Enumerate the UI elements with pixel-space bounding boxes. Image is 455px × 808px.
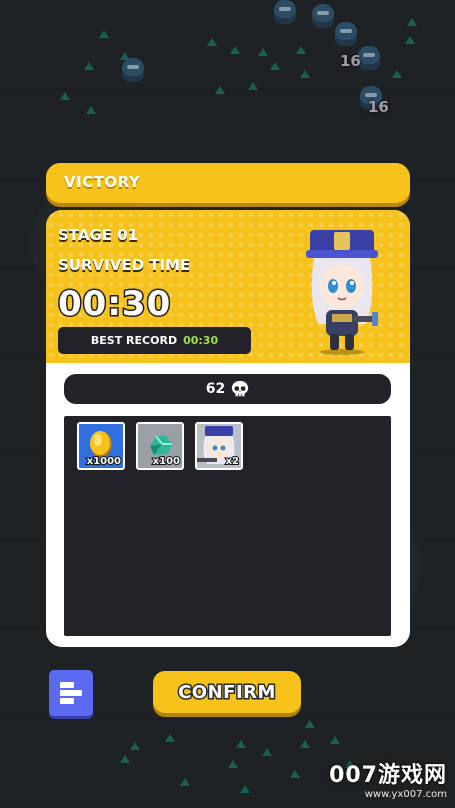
- best-record-value: 00:30: [183, 334, 219, 347]
- reward-gold-coin[interactable]: x1000: [77, 422, 125, 470]
- reward-green-gem[interactable]: x100: [136, 422, 184, 470]
- hero-character-icon: [306, 230, 378, 355]
- kill-count: 62: [205, 381, 226, 397]
- skull-icon: [232, 380, 249, 397]
- best-record-pill: BEST RECORD 00:30: [58, 327, 251, 354]
- reward-quantity: x100: [152, 455, 181, 468]
- reward-quantity: x1000: [86, 455, 122, 468]
- victory-title: VICTORY: [64, 173, 141, 191]
- reward-quantity: x2: [225, 455, 240, 468]
- best-record-label: BEST RECORD: [90, 334, 178, 347]
- reward-hero-shard[interactable]: x2: [195, 422, 243, 470]
- kill-count-bar: 62: [64, 374, 391, 404]
- stage-label: STAGE 01: [58, 226, 139, 244]
- confirm-button[interactable]: CONFIRM: [153, 671, 301, 713]
- confirm-button-label: CONFIRM: [177, 680, 277, 704]
- watermark: 007游戏网 www.yx007.com: [329, 757, 447, 800]
- list-icon: [60, 682, 82, 704]
- survived-time-value: 00:30: [56, 283, 172, 326]
- watermark-main: 007游戏网: [329, 763, 447, 788]
- survived-time-label: SURVIVED TIME: [58, 256, 191, 274]
- menu-button[interactable]: [49, 670, 93, 716]
- watermark-url: www.yx007.com: [364, 789, 447, 800]
